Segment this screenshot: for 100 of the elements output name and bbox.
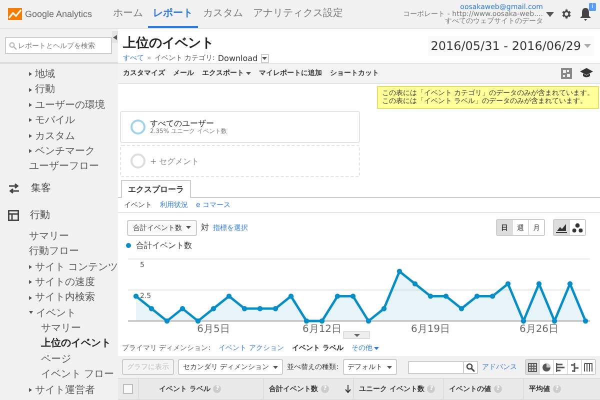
sidebar-item[interactable]: サイト運営者: [0, 382, 118, 398]
sidebar-item[interactable]: サマリー: [0, 321, 118, 336]
search-button[interactable]: [464, 360, 478, 374]
bar-chart-icon: [556, 362, 565, 372]
bubbles-icon: [572, 222, 583, 232]
caret-icon[interactable]: [546, 12, 554, 16]
x-axis-label: 6月19日: [410, 324, 450, 335]
segment-ring-icon: [130, 119, 146, 135]
view-button[interactable]: [539, 360, 553, 374]
date-range-picker[interactable]: 2016/05/31 - 2016/06/29: [428, 36, 594, 56]
arrows-icon: [8, 182, 20, 194]
sidebar-item[interactable]: ベンチマーク: [0, 144, 118, 160]
data-point: [490, 294, 496, 299]
data-point: [350, 294, 356, 299]
explorer-tab[interactable]: エクスプローラ: [121, 180, 191, 198]
caret-icon: [374, 346, 380, 350]
sidebar-item[interactable]: サイト内検索: [0, 290, 118, 306]
sidebar-item[interactable]: ページ: [0, 352, 118, 368]
data-point: [334, 294, 340, 299]
breadcrumb-value: Download: [218, 54, 258, 62]
view-button[interactable]: [553, 360, 567, 374]
page-title: 上位のイベント: [123, 35, 215, 52]
product-name: Google Analytics: [25, 9, 92, 19]
data-point: [257, 306, 263, 312]
data-point: [505, 281, 511, 286]
caret-icon: [186, 226, 191, 229]
layout-icon: [8, 210, 19, 221]
dropdown-button[interactable]: [260, 54, 269, 62]
sidebar-item[interactable]: モバイル: [0, 113, 118, 129]
select-all-checkbox[interactable]: [123, 384, 133, 394]
sidebar-item[interactable]: イベント フロー: [0, 367, 118, 383]
caret-icon: [262, 56, 268, 60]
sidebar-item[interactable]: サイト コンテンツ: [0, 260, 118, 275]
sidebar-item[interactable]: イベント: [0, 306, 118, 322]
sidebar-section[interactable]: 行動: [0, 202, 118, 229]
analytics-logo-icon: [8, 8, 22, 20]
sidebar-item[interactable]: ユーザーの環境: [0, 98, 118, 114]
segment-ring-icon: [130, 153, 146, 169]
data-point: [133, 294, 139, 299]
data-point: [428, 294, 434, 299]
sort-arrow-icon: [345, 385, 351, 393]
data-point: [226, 294, 232, 299]
data-point: [195, 318, 201, 324]
data-point: [148, 306, 154, 312]
view-button[interactable]: [567, 360, 581, 374]
data-point: [164, 318, 170, 324]
expand-chart-handle[interactable]: [343, 331, 370, 339]
nav-tab[interactable]: カスタム: [198, 0, 248, 28]
caret-icon: [584, 44, 591, 48]
graduation-cap-icon[interactable]: [580, 68, 593, 78]
data-point: [443, 294, 449, 299]
add-segment-label: + セグメント: [150, 156, 200, 166]
data-point: [520, 318, 526, 324]
sidebar-item[interactable]: カスタム: [0, 128, 118, 144]
data-point: [567, 281, 573, 286]
data-point: [180, 306, 186, 312]
caret-icon: [273, 366, 278, 368]
sidebar-item[interactable]: ユーザーフロー: [0, 159, 118, 175]
comparison-icon: [570, 362, 579, 372]
settings-icon[interactable]: [560, 8, 572, 20]
sidebar-item[interactable]: サイトの速度: [0, 274, 118, 290]
pie-chart-icon: [542, 362, 551, 372]
data-point: [319, 318, 325, 324]
x-axis-label: 6月26日: [519, 324, 559, 335]
table-search-field[interactable]: [408, 360, 464, 374]
view-button[interactable]: [581, 360, 595, 374]
nav-tab[interactable]: アナリティクス設定: [248, 0, 348, 28]
qr-code-icon[interactable]: [561, 68, 572, 79]
line-chart-icon: [556, 222, 567, 232]
data-point: [458, 306, 464, 312]
chart-type-button[interactable]: [554, 220, 569, 235]
collapse-button[interactable]: [112, 31, 118, 43]
nav-tab[interactable]: ホーム: [108, 0, 148, 28]
data-point: [582, 318, 588, 324]
legend-label: 合計イベント数: [136, 240, 192, 251]
nav-tab[interactable]: レポート: [148, 0, 198, 28]
sidebar-section[interactable]: 集客: [0, 174, 118, 202]
sidebar-item[interactable]: 地域: [0, 67, 118, 82]
view-button[interactable]: [526, 360, 539, 374]
sidebar-item[interactable]: 行動: [0, 82, 118, 98]
x-axis-label: 6月12日: [302, 324, 342, 335]
data-point: [536, 281, 542, 286]
notifications-icon[interactable]: [579, 7, 592, 21]
sidebar-item[interactable]: 上位のイベント: [0, 336, 118, 352]
data-point: [381, 306, 387, 312]
data-point: [552, 318, 558, 324]
data-point: [474, 294, 480, 299]
data-point: [412, 281, 418, 286]
segment-name: すべてのユーザー: [150, 118, 215, 128]
data-point: [396, 268, 402, 274]
add-segment-card[interactable]: + セグメント: [120, 145, 360, 177]
sidebar-item[interactable]: 行動フロー: [0, 244, 118, 260]
chart-type-button[interactable]: [569, 220, 585, 235]
section-label: 行動: [30, 209, 50, 222]
section-label: 集客: [31, 182, 51, 196]
data-point: [272, 306, 278, 312]
data-point: [304, 318, 310, 324]
sidebar-item[interactable]: サマリー: [0, 228, 118, 244]
x-axis-label: 6月5日: [197, 324, 230, 335]
data-point: [210, 306, 216, 312]
